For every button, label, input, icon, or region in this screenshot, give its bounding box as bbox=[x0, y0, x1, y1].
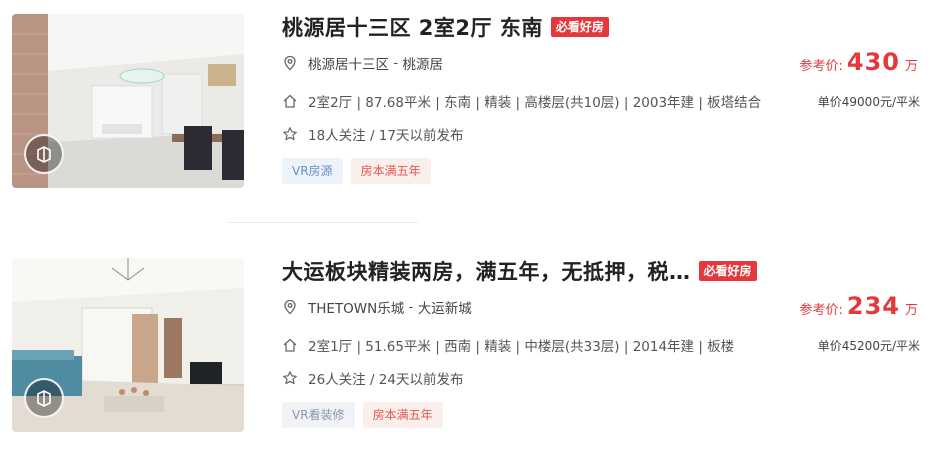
unit-price: 单价45200元/平米 bbox=[817, 339, 920, 353]
must-see-badge: 必看好房 bbox=[550, 17, 609, 37]
house-info-row: 2室1厅 | 51.65平米 | 西南 | 精装 | 中楼层(共33层) | 2… bbox=[282, 335, 734, 355]
listing-divider bbox=[228, 222, 418, 223]
price-value: 430 bbox=[846, 48, 900, 76]
location-pin-icon bbox=[282, 299, 298, 315]
house-info: 2室1厅 | 51.65平米 | 西南 | 精装 | 中楼层(共33层) | 2… bbox=[308, 339, 735, 355]
price-unit: 万 bbox=[904, 303, 918, 318]
location-separator: - bbox=[404, 299, 418, 315]
vr-tag: VR房源 bbox=[282, 158, 343, 184]
location-pin-icon bbox=[282, 55, 298, 71]
house-icon bbox=[282, 93, 298, 109]
house-info: 2室2厅 | 87.68平米 | 东南 | 精装 | 高楼层(共10层) | 2… bbox=[308, 95, 762, 111]
location-row: 桃源居十三区 - 桃源居 bbox=[282, 53, 443, 73]
total-price: 参考价: 430 万 bbox=[799, 48, 918, 76]
tag-list: VR房源 房本满五年 bbox=[282, 158, 431, 184]
price-value: 234 bbox=[846, 292, 900, 320]
listing-photo[interactable] bbox=[12, 14, 244, 188]
total-price: 参考价: 234 万 bbox=[799, 292, 918, 320]
follow-info: 26人关注 / 24天以前发布 bbox=[308, 372, 464, 388]
tag-list: VR看装修 房本满五年 bbox=[282, 402, 443, 428]
vr-panorama-icon[interactable] bbox=[24, 134, 64, 174]
follow-info: 18人关注 / 17天以前发布 bbox=[308, 128, 464, 144]
five-year-tag: 房本满五年 bbox=[362, 402, 443, 428]
follow-row: 26人关注 / 24天以前发布 bbox=[282, 368, 464, 388]
must-see-badge: 必看好房 bbox=[698, 261, 757, 281]
unit-price: 单价49000元/平米 bbox=[817, 95, 920, 109]
listing-title[interactable]: 大运板块精装两房，满五年，无抵押，税… bbox=[282, 256, 691, 286]
follow-row: 18人关注 / 17天以前发布 bbox=[282, 124, 464, 144]
listing-title[interactable]: 桃源居十三区 2室2厅 东南 bbox=[282, 12, 543, 42]
star-icon bbox=[282, 126, 298, 142]
listing-photo[interactable] bbox=[12, 258, 244, 432]
location-row: THETOWN乐城 - 大运新城 bbox=[282, 297, 472, 317]
listing-card[interactable]: 大运板块精装两房，满五年，无抵押，税… 必看好房 THETOWN乐城 - 大运新… bbox=[0, 252, 930, 452]
location-separator: - bbox=[389, 55, 403, 71]
area-link[interactable]: 大运新城 bbox=[418, 297, 472, 317]
five-year-tag: 房本满五年 bbox=[350, 158, 431, 184]
house-icon bbox=[282, 337, 298, 353]
price-unit: 万 bbox=[904, 59, 918, 74]
vr-decoration-tag: VR看装修 bbox=[282, 402, 355, 428]
community-link[interactable]: THETOWN乐城 bbox=[308, 297, 404, 317]
star-icon bbox=[282, 370, 298, 386]
listing-card[interactable]: 桃源居十三区 2室2厅 东南 必看好房 桃源居十三区 - 桃源居 2室2厅 | … bbox=[0, 8, 930, 208]
price-label: 参考价: bbox=[799, 303, 843, 318]
vr-panorama-icon[interactable] bbox=[24, 378, 64, 418]
area-link[interactable]: 桃源居 bbox=[402, 53, 443, 73]
house-info-row: 2室2厅 | 87.68平米 | 东南 | 精装 | 高楼层(共10层) | 2… bbox=[282, 91, 761, 111]
price-label: 参考价: bbox=[799, 59, 843, 74]
community-link[interactable]: 桃源居十三区 bbox=[308, 53, 389, 73]
